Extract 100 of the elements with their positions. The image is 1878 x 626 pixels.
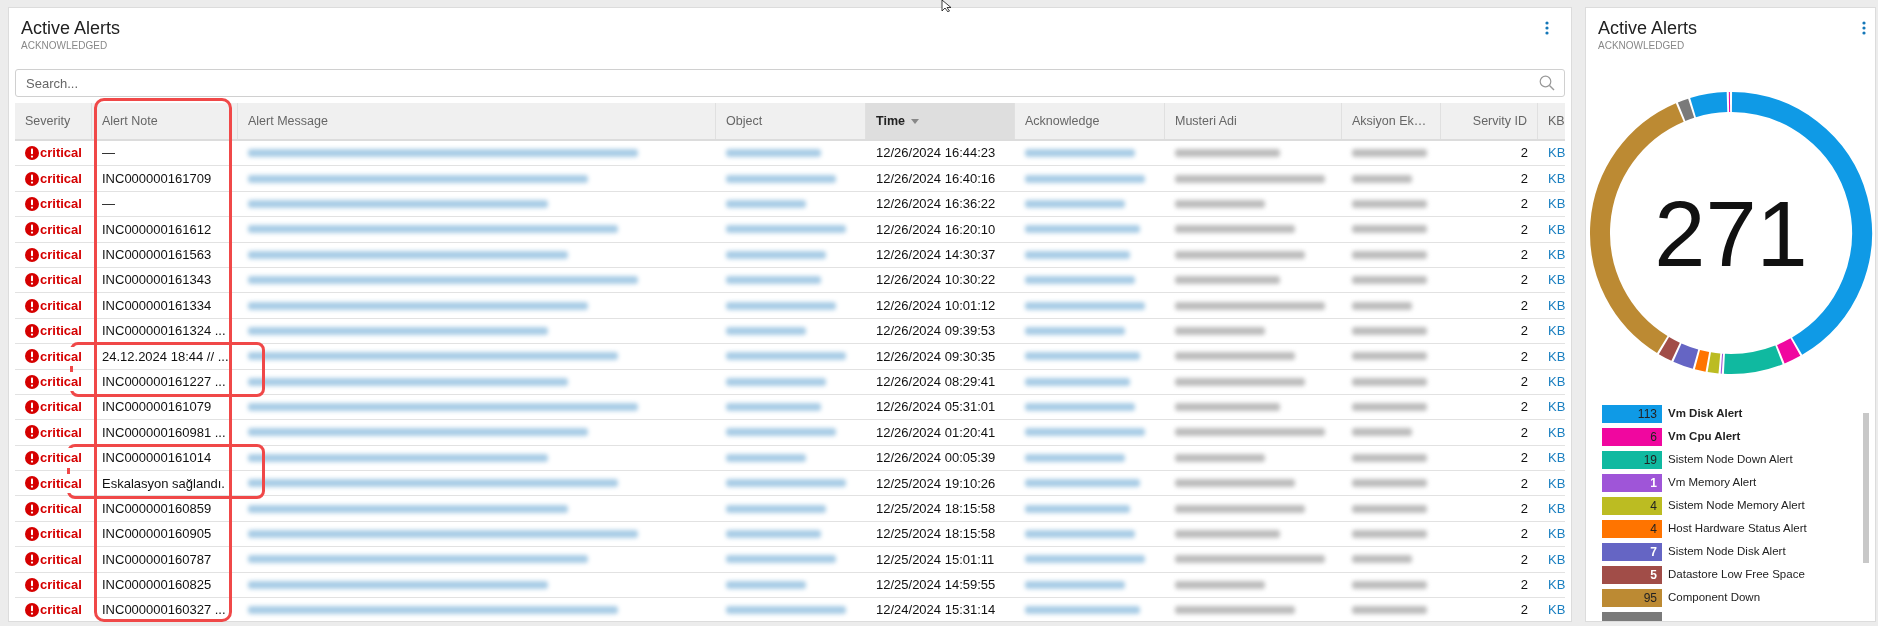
critical-icon	[25, 146, 39, 161]
kb-link[interactable]: KB	[1548, 321, 1565, 341]
table-cell-text: INC000000160905	[102, 525, 212, 544]
kb-link[interactable]: KB	[1548, 245, 1565, 265]
table-cell-text: INC000000161612	[102, 220, 212, 239]
table-cell-text: 2	[1520, 372, 1528, 391]
column-header[interactable]: Alert Message	[238, 103, 716, 139]
table-cell-text: —	[102, 195, 115, 214]
legend-swatch: 1	[1602, 474, 1662, 492]
table-cell-text: 2	[1520, 474, 1528, 493]
kb-link[interactable]: KB	[1548, 295, 1565, 316]
legend-swatch: 7	[1602, 543, 1662, 561]
more-options-icon[interactable]	[1861, 20, 1867, 36]
legend-label: Sistem Node Memory Alert	[1668, 498, 1805, 514]
redacted-text	[1352, 428, 1412, 437]
critical-icon	[25, 577, 39, 592]
kb-link[interactable]: KB	[1548, 168, 1565, 189]
kb-link[interactable]: KB	[1548, 219, 1565, 240]
table-cell-text: 2	[1520, 423, 1528, 442]
critical-icon	[25, 349, 39, 364]
table-cell-text: 12/26/2024 09:39:53	[876, 322, 996, 341]
column-header[interactable]: Musteri Adi	[1165, 103, 1342, 139]
legend-swatch: 4	[1602, 520, 1662, 538]
table-cell-text: 2	[1520, 271, 1528, 290]
table-cell-text: INC000000161709	[102, 169, 212, 188]
table-cell-text: 12/26/2024 01:20:41	[876, 423, 996, 442]
kb-link[interactable]: KB	[1548, 143, 1565, 163]
kb-link[interactable]: KB	[1548, 549, 1565, 570]
table-cell-text: INC000000160859	[102, 499, 212, 518]
table-cell-text: —	[102, 144, 115, 163]
legend-swatch: 5	[1602, 566, 1662, 584]
table-cell-text: 12/26/2024 08:29:41	[876, 372, 996, 391]
sort-caret-icon	[910, 118, 919, 124]
table-cell-text: 2	[1520, 322, 1528, 341]
table-cell-text: INC000000161227 ...	[102, 372, 226, 391]
severity-label: critical	[40, 371, 82, 392]
panel-subtitle: ACKNOWLEDGED	[1598, 39, 1685, 53]
legend-swatch: 6	[1602, 428, 1662, 446]
table-cell-text: 2	[1520, 246, 1528, 264]
severity-label: critical	[40, 346, 82, 367]
table-cell-text: 2	[1520, 195, 1528, 214]
table-cell-text: 12/25/2024 18:15:58	[876, 499, 996, 518]
column-header[interactable]: KB	[1538, 103, 1565, 139]
kb-link[interactable]: KB	[1548, 448, 1565, 468]
panel-title: Active Alerts	[21, 17, 121, 39]
table-cell-text: 12/26/2024 16:44:23	[876, 144, 996, 163]
column-header[interactable]: Time	[866, 103, 1015, 139]
table-cell-text: 2	[1520, 525, 1528, 544]
kb-link[interactable]: KB	[1548, 524, 1565, 544]
panel-title: Active Alerts	[1598, 17, 1698, 39]
column-header[interactable]: Severity	[15, 103, 92, 139]
kb-link[interactable]: KB	[1548, 498, 1565, 519]
legend-label: Vm Disk Alert	[1668, 406, 1743, 422]
critical-icon	[25, 247, 39, 262]
critical-icon	[25, 273, 39, 288]
redacted-text	[1352, 555, 1412, 564]
table-cell-text: INC000000161014	[102, 449, 212, 468]
critical-icon	[25, 323, 39, 338]
search-icon	[1539, 75, 1555, 91]
critical-icon	[25, 501, 39, 516]
critical-icon	[25, 527, 39, 542]
column-header[interactable]: Servity ID	[1441, 103, 1538, 139]
kb-link[interactable]: KB	[1548, 397, 1565, 417]
table-cell-text: 12/24/2024 15:31:14	[876, 601, 996, 620]
column-header[interactable]: Alert Note	[92, 103, 238, 139]
critical-icon	[25, 298, 39, 313]
severity-label: critical	[40, 473, 82, 493]
redacted-text	[1352, 174, 1412, 183]
table-cell-text: 12/26/2024 05:31:01	[876, 398, 996, 417]
table-cell-text: 12/25/2024 15:01:11	[876, 550, 995, 569]
table-cell-text: 12/25/2024 14:59:55	[876, 576, 996, 595]
critical-icon	[25, 196, 39, 211]
table-cell-text: 2	[1520, 296, 1528, 315]
table-cell-text: 12/26/2024 16:40:16	[876, 169, 996, 188]
table-cell-text: 12/25/2024 19:10:26	[876, 474, 996, 493]
critical-icon	[25, 603, 39, 618]
column-header[interactable]: Acknowledge	[1015, 103, 1165, 139]
kb-link[interactable]: KB	[1548, 575, 1565, 595]
kb-link[interactable]: KB	[1548, 473, 1565, 493]
panel-subtitle: ACKNOWLEDGED	[21, 39, 108, 53]
scrollbar-thumb[interactable]	[1863, 413, 1869, 563]
table-cell-text: 2	[1520, 169, 1528, 188]
critical-icon	[25, 425, 39, 440]
table-cell-text: 12/26/2024 16:36:22	[876, 195, 996, 214]
kb-link[interactable]: KB	[1548, 371, 1565, 392]
table-cell-text: INC000000161079	[102, 398, 212, 417]
table-cell-text: INC000000160327 ...	[102, 601, 226, 620]
table-cell-text: 12/26/2024 16:20:10	[876, 220, 996, 239]
table-cell-text: INC000000160825	[102, 576, 212, 595]
kb-link[interactable]: KB	[1548, 600, 1565, 620]
table-cell-text: 12/26/2024 10:01:12	[876, 296, 996, 315]
more-options-icon[interactable]	[1544, 20, 1550, 36]
table-cell-text: 12/26/2024 00:05:39	[876, 449, 996, 468]
legend-label: Vm Cpu Alert	[1668, 429, 1741, 445]
kb-link[interactable]: KB	[1548, 346, 1565, 367]
search-field[interactable]: Search...	[15, 69, 1565, 97]
kb-link[interactable]: KB	[1548, 270, 1565, 290]
kb-link[interactable]: KB	[1548, 194, 1565, 214]
kb-link[interactable]: KB	[1548, 422, 1565, 443]
column-header[interactable]: Aksiyon Ek…	[1342, 103, 1441, 139]
